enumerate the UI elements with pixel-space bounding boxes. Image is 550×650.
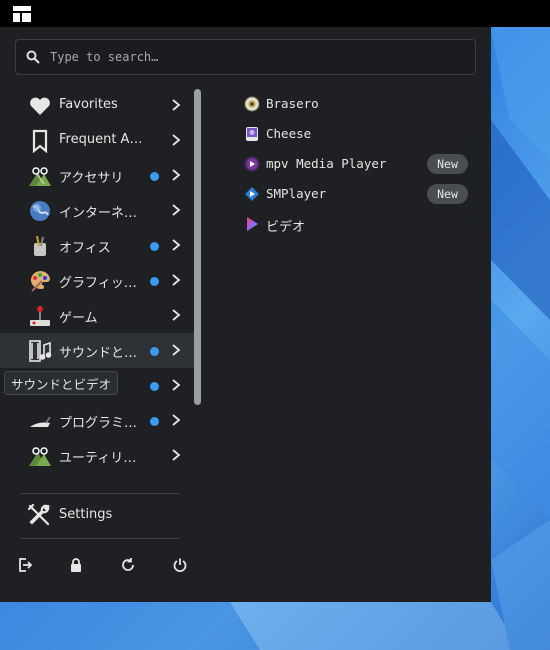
category-label: ゲーム [59,311,98,326]
new-app-indicator-dot [150,347,159,356]
logout-icon [19,558,33,572]
new-app-indicator-dot [150,242,159,251]
mpv-icon [244,156,260,172]
app-label: mpv Media Player [266,156,387,171]
restart-icon [122,558,134,571]
disc-icon [244,96,260,112]
accessories-icon [28,164,52,188]
category-label: インターネット [59,206,143,221]
category-item[interactable]: ゲーム [0,298,195,333]
app-label: Cheese [266,126,312,141]
chevron-right-icon [170,343,182,357]
bookmark-icon [28,129,52,154]
category-label: プログラミング [59,416,143,431]
logout-button[interactable] [14,554,36,576]
category-label: Frequent Apps [59,132,143,147]
category-scrollbar[interactable] [194,89,201,405]
chevron-right-icon [170,273,182,287]
palette-icon [28,269,52,293]
divider [20,493,180,494]
category-label: アクセサリ [59,171,124,186]
category-item[interactable]: インターネット [0,193,195,228]
category-item[interactable]: アクセサリ [0,158,195,193]
category-item[interactable]: ユーティリティ [0,438,195,473]
new-app-indicator-dot [150,172,159,181]
category-label: オフィス [59,241,111,256]
search-box[interactable] [15,39,476,75]
chevron-right-icon [170,98,182,112]
power-icon [173,558,187,572]
app-menu-icon [13,5,31,22]
new-app-indicator-dot [150,277,159,286]
app-item[interactable]: SMPlayer New [242,180,472,208]
category-item[interactable]: Favorites [0,88,195,123]
search-input[interactable] [50,50,475,64]
joystick-icon [28,304,52,328]
category-item[interactable]: グラフィックス [0,263,195,298]
new-app-indicator-dot [150,417,159,426]
video-play-icon [244,216,260,232]
chevron-right-icon [170,448,182,462]
app-item[interactable]: Brasero [242,90,472,118]
chevron-right-icon [170,203,182,217]
category-label: ユーティリティ [59,451,143,466]
settings-label: Settings [59,507,113,522]
chevron-right-icon [170,238,182,252]
category-label: サウンドとビデオ [59,346,143,361]
new-app-indicator-dot [150,382,159,391]
category-item[interactable]: オフィス [0,228,195,263]
smplayer-icon [244,186,260,202]
lock-button[interactable] [65,554,87,576]
app-item[interactable]: ビデオ [242,210,472,238]
new-badge: New [427,184,468,204]
app-label: SMPlayer [266,186,327,201]
power-button[interactable] [169,554,191,576]
film-music-icon [28,339,52,363]
app-menu-button[interactable] [0,0,44,27]
chevron-right-icon [170,133,182,147]
settings-tools-icon [26,502,52,528]
app-item[interactable]: Cheese [242,120,472,148]
top-panel [0,0,550,27]
settings-button[interactable]: Settings [20,498,190,532]
category-list: Favorites Frequent Apps アクセサリインターネットオフィスグラ… [0,87,195,485]
category-label: Favorites [59,97,118,112]
camera-icon [244,126,260,142]
new-badge: New [427,154,468,174]
app-label: ビデオ [266,220,306,235]
category-item[interactable]: プログラミング [0,403,195,438]
globe-icon [28,199,52,223]
app-item[interactable]: mpv Media Player New [242,150,472,178]
heart-icon [28,94,52,118]
office-icon [28,234,52,258]
category-item[interactable]: Frequent Apps [0,123,195,158]
chevron-right-icon [170,413,182,427]
category-item[interactable]: サウンドとビデオ [0,333,195,368]
lock-icon [71,558,81,572]
app-label: Brasero [266,96,319,111]
category-label: グラフィックス [59,276,143,291]
chevron-right-icon [170,308,182,322]
category-tooltip: サウンドとビデオ [4,371,119,395]
chevron-right-icon [170,168,182,182]
application-menu: Favorites Frequent Apps アクセサリインターネットオフィスグラ… [0,27,491,602]
restart-button[interactable] [117,554,139,576]
search-icon [16,50,50,64]
chevron-right-icon [170,378,182,392]
utilities-icon [28,444,52,468]
divider [20,538,180,539]
programming-icon [28,409,52,433]
